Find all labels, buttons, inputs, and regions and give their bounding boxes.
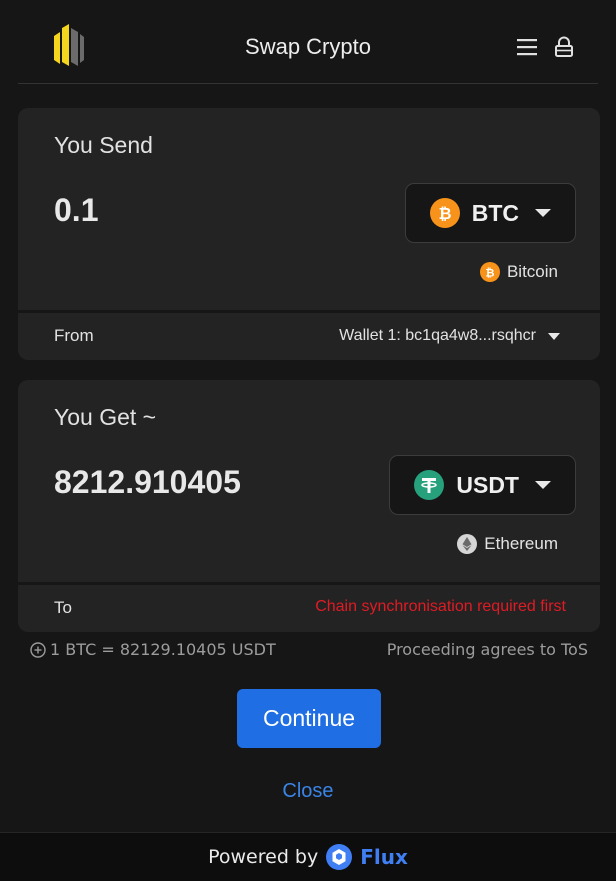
ethereum-icon bbox=[457, 534, 478, 554]
close-link[interactable]: Close bbox=[0, 780, 616, 803]
chevron-down-icon bbox=[535, 481, 551, 489]
plus-circle-icon bbox=[30, 641, 46, 658]
receive-network-name: Ethereum bbox=[484, 534, 558, 553]
receive-token-selector[interactable]: USDT bbox=[389, 455, 576, 515]
divider bbox=[18, 310, 600, 313]
receive-card: You Get ~ 8212.910405 USDT Ethereum To C… bbox=[18, 380, 600, 632]
svg-text:₿: ₿ bbox=[485, 267, 494, 280]
send-token-selector[interactable]: ₿ BTC bbox=[404, 183, 576, 243]
footer: Powered by Flux bbox=[0, 832, 616, 881]
continue-button[interactable]: Continue bbox=[237, 689, 381, 748]
wallet-selector[interactable]: Wallet 1: bc1qa4w8...rsqhcr bbox=[339, 327, 560, 345]
sync-error-message: Chain synchronisation required first bbox=[315, 598, 566, 615]
chevron-down-icon bbox=[548, 332, 560, 340]
send-card: You Send 0.1 ₿ BTC ₿ Bitcoin From Wallet… bbox=[18, 108, 600, 360]
receive-network: Ethereum bbox=[457, 534, 558, 554]
menu-icon[interactable] bbox=[516, 37, 538, 57]
send-network: ₿ Bitcoin bbox=[479, 262, 558, 282]
exchange-rate: 1 BTC = 82129.10405 USDT bbox=[30, 640, 276, 659]
header: Swap Crypto bbox=[18, 0, 598, 84]
flux-logo-icon bbox=[326, 844, 353, 870]
from-label: From bbox=[54, 326, 94, 345]
svg-text:₿: ₿ bbox=[438, 204, 451, 223]
send-amount-input[interactable]: 0.1 bbox=[54, 192, 98, 229]
exchange-rate-text: 1 BTC = 82129.10405 USDT bbox=[50, 640, 276, 659]
receive-label: You Get ~ bbox=[54, 404, 157, 430]
divider bbox=[18, 582, 600, 585]
rate-row: 1 BTC = 82129.10405 USDT Proceeding agre… bbox=[30, 640, 588, 659]
wallet-address: Wallet 1: bc1qa4w8...rsqhcr bbox=[339, 327, 536, 344]
page-title: Swap Crypto bbox=[245, 34, 371, 59]
bitcoin-icon: ₿ bbox=[429, 198, 460, 228]
chevron-down-icon bbox=[535, 209, 551, 217]
powered-by-text: Powered by bbox=[208, 846, 319, 868]
to-label: To bbox=[54, 598, 72, 617]
flux-brand[interactable]: Flux bbox=[360, 845, 408, 869]
send-token-symbol: BTC bbox=[471, 199, 519, 226]
tether-icon bbox=[414, 470, 445, 500]
receive-amount: 8212.910405 bbox=[54, 464, 241, 500]
bitcoin-icon: ₿ bbox=[479, 262, 500, 282]
send-label: You Send bbox=[54, 132, 153, 158]
receive-token-symbol: USDT bbox=[456, 471, 519, 498]
lock-icon[interactable] bbox=[554, 36, 574, 58]
tos-notice[interactable]: Proceeding agrees to ToS bbox=[387, 640, 588, 659]
send-network-name: Bitcoin bbox=[506, 262, 558, 281]
